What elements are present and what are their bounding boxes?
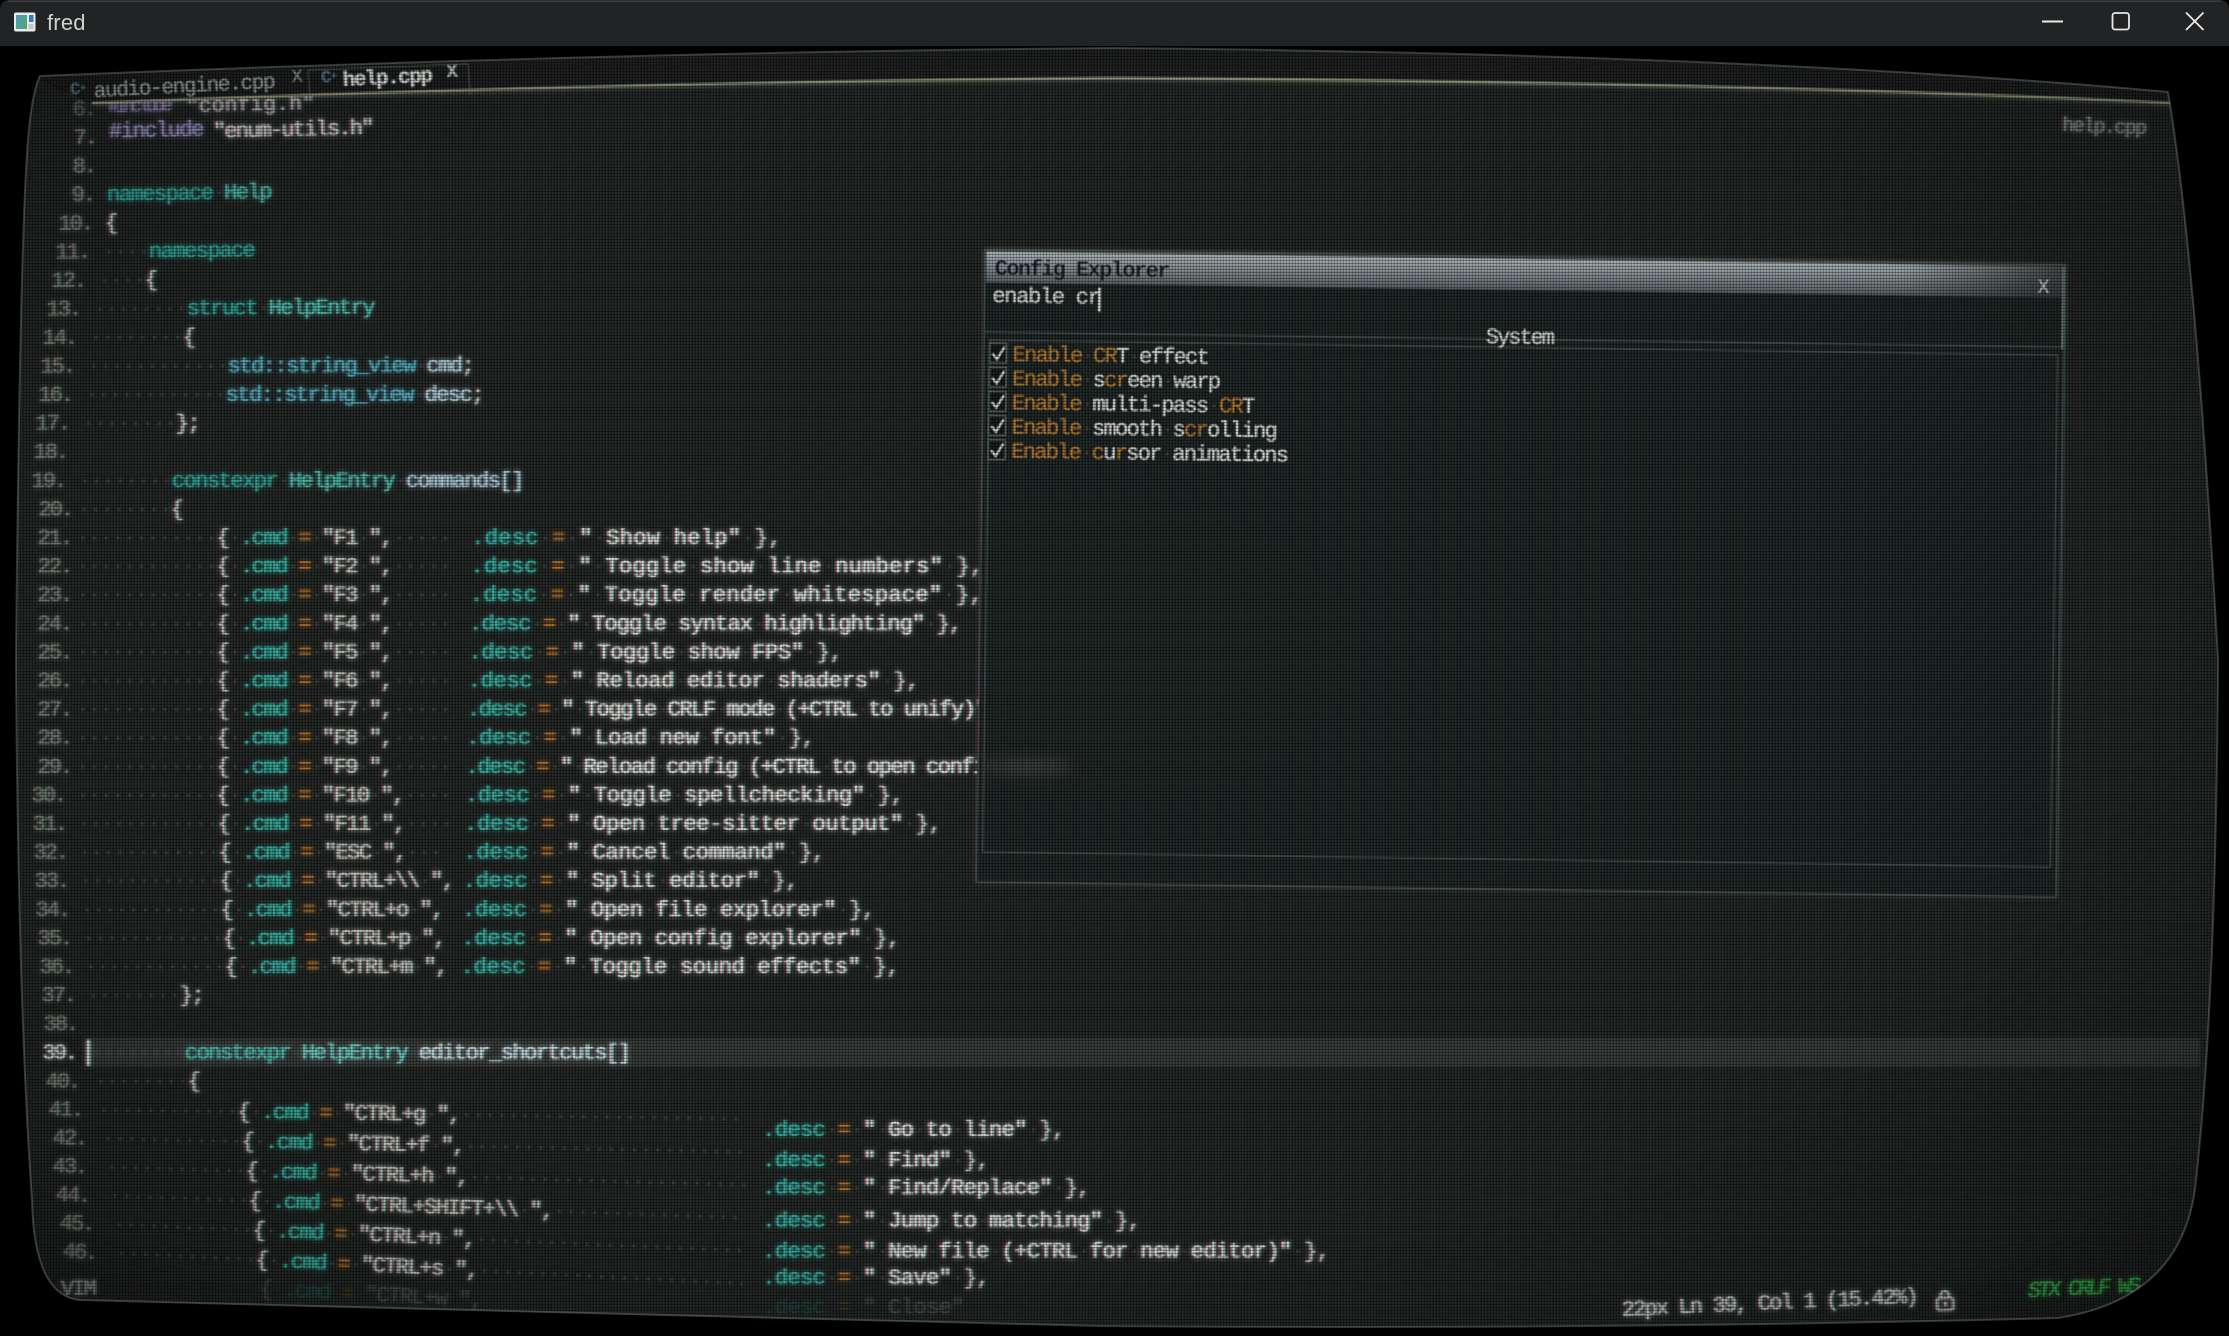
svg-text:fred: fred: [47, 10, 86, 35]
